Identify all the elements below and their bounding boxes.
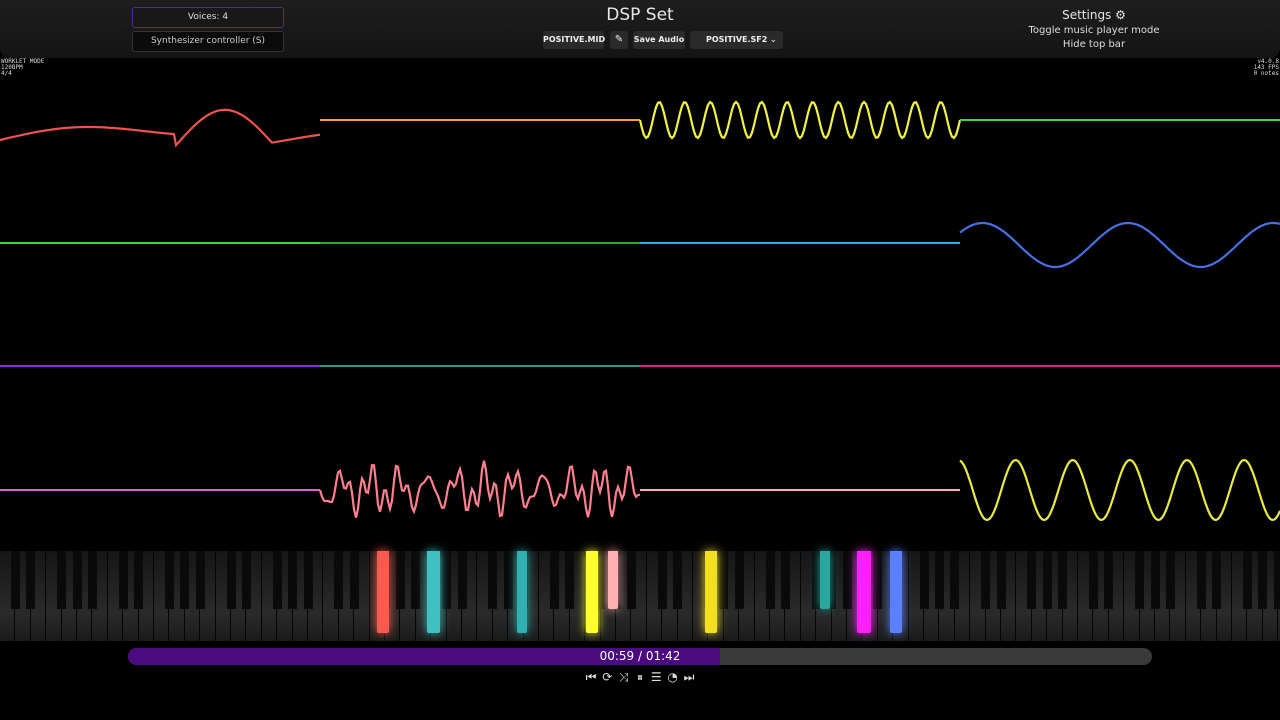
piano-black-key[interactable] <box>1150 551 1160 609</box>
piano-black-key[interactable] <box>57 551 67 609</box>
piano-black-key[interactable] <box>164 551 174 609</box>
soundfont-select[interactable]: POSITIVE.SF2 ⌄ <box>690 31 783 49</box>
piano-black-key[interactable] <box>72 551 82 609</box>
piano-black-key[interactable] <box>549 551 559 609</box>
piano-keyboard[interactable] <box>0 551 1280 641</box>
channel-waveform-14 <box>318 460 641 518</box>
piano-black-key[interactable] <box>1088 551 1098 609</box>
piano-black-key[interactable] <box>565 551 575 609</box>
piano-black-key[interactable] <box>673 551 683 609</box>
piano-black-key[interactable] <box>657 551 667 609</box>
playback-controls: ⏮ ⟳ ⤨ ⏸ ☰ ◔ ⏭ <box>584 669 696 685</box>
piano-black-key[interactable] <box>349 551 359 609</box>
piano-black-key[interactable] <box>1058 551 1068 609</box>
piano-black-key[interactable] <box>334 551 344 609</box>
piano-black-key[interactable] <box>87 551 97 609</box>
pressed-piano-key <box>427 551 440 633</box>
piano-black-key[interactable] <box>842 551 852 609</box>
piano-black-key[interactable] <box>1027 551 1037 609</box>
piano-black-key[interactable] <box>873 551 883 609</box>
piano-black-key[interactable] <box>719 551 729 609</box>
piano-black-key[interactable] <box>734 551 744 609</box>
piano-black-key[interactable] <box>1104 551 1114 609</box>
pressed-piano-key <box>705 551 717 633</box>
piano-black-key[interactable] <box>1135 551 1145 609</box>
piano-black-key[interactable] <box>1196 551 1206 609</box>
piano-black-key[interactable] <box>934 551 944 609</box>
piano-black-key[interactable] <box>272 551 282 609</box>
piano-black-key[interactable] <box>780 551 790 609</box>
piano-black-key[interactable] <box>488 551 498 609</box>
piano-black-key[interactable] <box>288 551 298 609</box>
piano-black-key[interactable] <box>919 551 929 609</box>
top-bar: Voices: 4 Synthesizer controller (S) DSP… <box>0 0 1280 58</box>
piano-black-key[interactable] <box>950 551 960 609</box>
toggle-music-player-mode-button[interactable]: Toggle music player mode <box>1020 25 1168 36</box>
piano-black-key[interactable] <box>457 551 467 609</box>
piano-black-key[interactable] <box>626 551 636 609</box>
piano-black-key[interactable] <box>26 551 36 609</box>
channel-oscilloscope-grid <box>0 100 1280 522</box>
piano-black-key[interactable] <box>1165 551 1175 609</box>
piano-black-key[interactable] <box>996 551 1006 609</box>
pause-icon[interactable]: ⏸ <box>633 669 647 685</box>
piano-black-key[interactable] <box>1273 551 1280 609</box>
pressed-piano-key <box>586 551 598 633</box>
hide-top-bar-button[interactable]: Hide top bar <box>1020 39 1168 50</box>
pressed-piano-key <box>857 551 871 633</box>
gear-icon: ⚙ <box>1115 8 1126 22</box>
pressed-piano-key <box>890 551 902 633</box>
piano-black-key[interactable] <box>411 551 421 609</box>
save-audio-button[interactable]: Save Audio <box>633 31 685 49</box>
channel-waveform-16 <box>959 458 1280 522</box>
piano-black-key[interactable] <box>241 551 251 609</box>
skip-previous-icon[interactable]: ⏮ <box>584 669 598 685</box>
pressed-piano-key <box>608 551 618 609</box>
pressed-piano-key <box>517 551 527 633</box>
piano-black-key[interactable] <box>195 551 205 609</box>
piano-black-key[interactable] <box>134 551 144 609</box>
piano-black-key[interactable] <box>118 551 128 609</box>
piano-black-key[interactable] <box>1212 551 1222 609</box>
piano-black-key[interactable] <box>1042 551 1052 609</box>
piano-black-key[interactable] <box>1242 551 1252 609</box>
skip-next-icon[interactable]: ⏭ <box>682 669 696 685</box>
midi-file-button[interactable]: POSITIVE.MID <box>543 31 605 49</box>
pressed-piano-key <box>377 551 389 633</box>
settings-button[interactable]: Settings ⚙ <box>1020 8 1168 22</box>
channel-waveform-8 <box>959 221 1280 269</box>
piano-black-key[interactable] <box>226 551 236 609</box>
piano-black-key[interactable] <box>442 551 452 609</box>
pressed-piano-key <box>820 551 830 609</box>
time-display: 00:59 / 01:42 <box>599 649 681 663</box>
piano-black-key[interactable] <box>765 551 775 609</box>
chevron-down-icon: ⌄ <box>769 35 777 45</box>
soundfont-select-value: POSITIVE.SF2 <box>706 35 768 44</box>
piano-black-key[interactable] <box>10 551 20 609</box>
synthesizer-controller-button[interactable]: Synthesizer controller (S) <box>132 31 284 52</box>
shuffle-icon[interactable]: ⤨ <box>617 669 631 685</box>
piano-black-key[interactable] <box>1258 551 1268 609</box>
piano-black-key[interactable] <box>303 551 313 609</box>
edit-icon[interactable]: ✎ <box>610 31 628 49</box>
loop-icon[interactable]: ⟳ <box>600 669 614 685</box>
settings-label: Settings <box>1062 8 1112 22</box>
piano-black-key[interactable] <box>395 551 405 609</box>
piano-black-key[interactable] <box>180 551 190 609</box>
channel-waveform-1 <box>0 108 321 148</box>
piano-black-key[interactable] <box>503 551 513 609</box>
piano-black-key[interactable] <box>981 551 991 609</box>
playlist-icon[interactable]: ☰ <box>649 669 663 685</box>
speed-icon[interactable]: ◔ <box>666 669 680 685</box>
progress-bar[interactable]: 00:59 / 01:42 <box>128 648 1152 665</box>
channel-waveform-3 <box>638 100 962 140</box>
